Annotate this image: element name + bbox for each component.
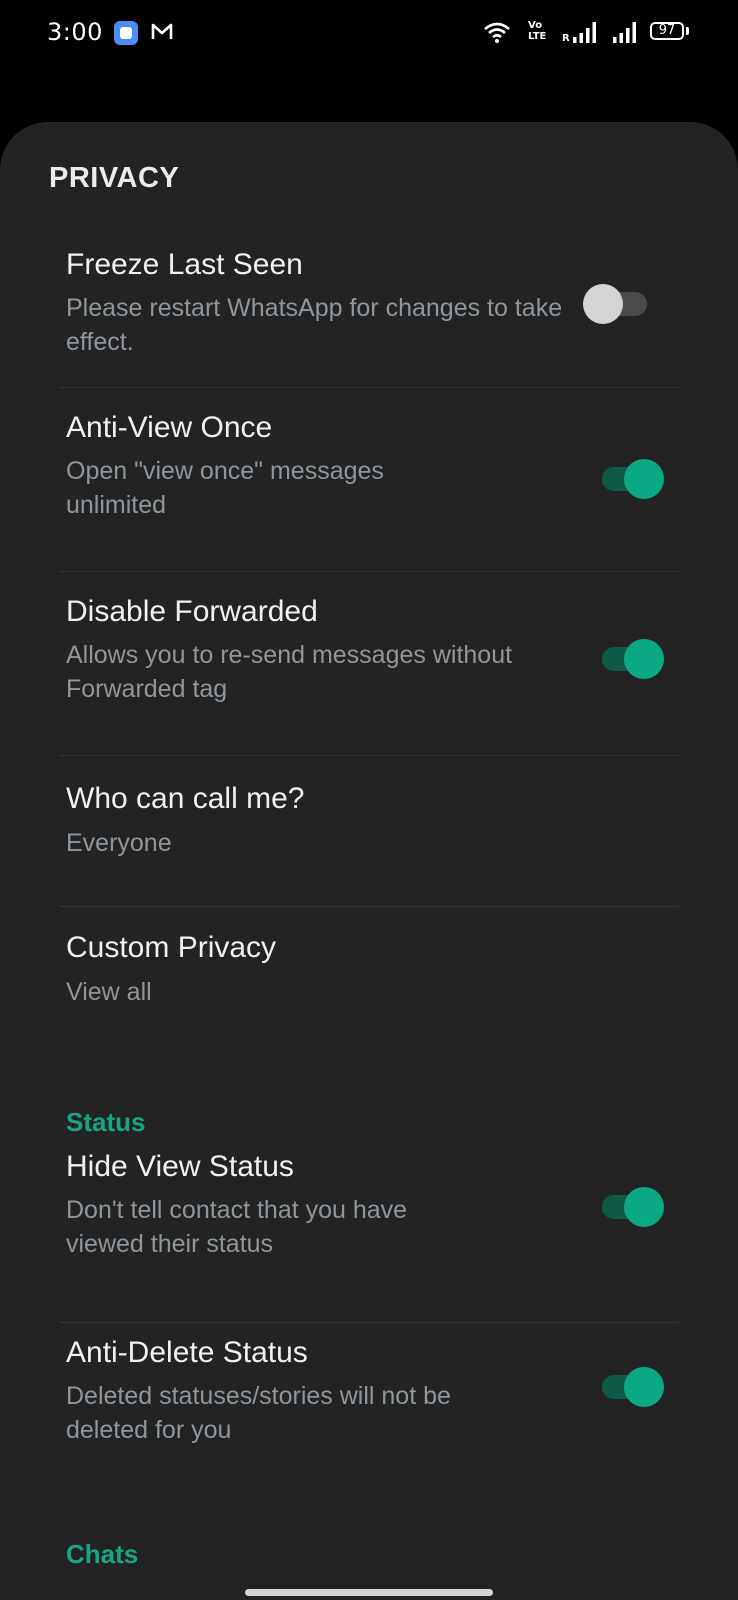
signal-icon-2 [613, 22, 636, 43]
section-title: PRIVACY [49, 162, 180, 194]
signal-icon [573, 22, 596, 43]
setting-subtitle: Allows you to re-send messages without F… [66, 641, 513, 703]
anti-view-once-toggle[interactable] [598, 457, 664, 499]
setting-disable-forwarded[interactable]: Disable Forwarded Allows you to re-send … [0, 572, 738, 755]
setting-title: Anti-Delete Status [66, 1336, 308, 1369]
settings-sheet: PRIVACY Freeze Last Seen Please restart … [0, 122, 738, 1600]
setting-freeze-last-seen[interactable]: Freeze Last Seen Please restart WhatsApp… [0, 228, 738, 388]
gmail-icon [151, 23, 173, 39]
category-chats: Chats [66, 1539, 139, 1569]
toggle-thumb [624, 1367, 664, 1407]
setting-title: Disable Forwarded [66, 595, 318, 628]
wifi-icon [484, 22, 510, 43]
hide-view-status-toggle[interactable] [598, 1185, 664, 1227]
setting-subtitle: Please restart WhatsApp for changes to t… [66, 294, 563, 356]
setting-anti-delete-status[interactable]: Anti-Delete Status Deleted statuses/stor… [0, 1323, 738, 1503]
toggle-thumb [583, 284, 623, 324]
setting-who-can-call-me[interactable]: Who can call me? Everyone [0, 756, 738, 906]
sim-label: R [562, 33, 570, 44]
home-indicator[interactable] [245, 1589, 493, 1596]
category-status: Status [66, 1107, 146, 1137]
status-bar: 3:00 Vo LTE R 97 [0, 0, 738, 66]
toggle-thumb [624, 1187, 664, 1227]
setting-subtitle: Deleted statuses/stories will not be del… [66, 1382, 451, 1444]
battery-tip [686, 27, 689, 35]
setting-title: Custom Privacy [66, 931, 277, 964]
setting-subtitle: Everyone [66, 829, 172, 857]
disable-forwarded-toggle[interactable] [598, 637, 664, 679]
battery-icon: 97 [650, 22, 684, 40]
setting-subtitle: View all [66, 978, 152, 1006]
freeze-last-seen-toggle[interactable] [583, 282, 649, 324]
setting-subtitle: Open "view once" messages unlimited [66, 457, 384, 519]
volte-icon: Vo LTE [528, 20, 547, 42]
setting-title: Freeze Last Seen [66, 248, 303, 281]
setting-anti-view-once[interactable]: Anti-View Once Open "view once" messages… [0, 388, 738, 571]
setting-title: Hide View Status [66, 1150, 294, 1183]
setting-title: Anti-View Once [66, 411, 273, 444]
status-time: 3:00 [47, 18, 103, 46]
setting-custom-privacy[interactable]: Custom Privacy View all [0, 907, 738, 1057]
setting-hide-view-status[interactable]: Hide View Status Don't tell contact that… [0, 1150, 738, 1303]
setting-title: Who can call me? [66, 782, 305, 815]
anti-delete-status-toggle[interactable] [598, 1365, 664, 1407]
toggle-thumb [624, 459, 664, 499]
toggle-thumb [624, 639, 664, 679]
app-notification-icon [114, 21, 138, 45]
setting-subtitle: Don't tell contact that you have viewed … [66, 1196, 408, 1258]
